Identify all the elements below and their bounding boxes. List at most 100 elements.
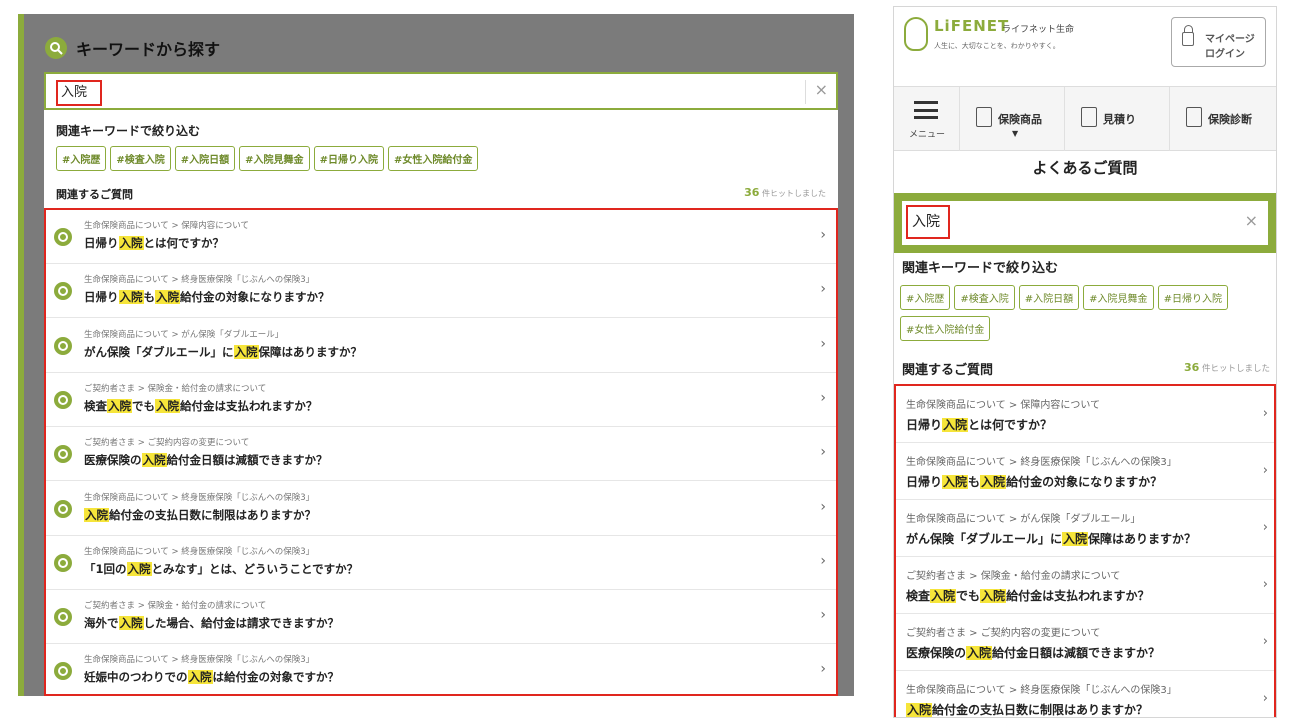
- question-icon: [54, 608, 72, 627]
- question-text: 日帰り: [906, 475, 943, 489]
- keyword-tag[interactable]: #日帰り入院: [1157, 285, 1228, 310]
- result-category: 生命保険商品について > 終身医療保険「じぶんへの保険3」: [84, 275, 315, 286]
- question-text: 給付金は支払われますか？: [1006, 589, 1150, 603]
- logo-icon: [904, 17, 928, 51]
- search-band: 入院 ×: [894, 193, 1276, 253]
- result-row[interactable]: ご契約者さま > 保険金・給付金の請求について 海外で入院した場合、給付金は請求で…: [46, 590, 836, 645]
- chevron-right-icon: ›: [820, 389, 826, 406]
- search-query[interactable]: 入院: [56, 80, 102, 106]
- keyword-highlight: 入院: [980, 475, 1007, 489]
- keyword-tags: #入院歴 #検査入院 #入院日額 #入院見舞金 #日帰り入院 #女性入院給付金: [56, 146, 479, 171]
- keyword-tag[interactable]: #入院歴: [56, 146, 107, 171]
- clear-icon[interactable]: ×: [815, 80, 828, 99]
- question-text: とみなす」とは、どういうことですか？: [151, 561, 359, 576]
- keyword-tag[interactable]: #入院日額: [174, 146, 236, 171]
- question-text: 給付金の支払日数に制限はありますか？: [932, 703, 1149, 717]
- result-category: 生命保険商品について > 終身医療保険「じぶんへの保険3」: [906, 457, 1177, 468]
- result-row[interactable]: 生命保険商品について > 保障内容について 日帰り入院とは何ですか？ ›: [46, 210, 836, 264]
- keywords-heading: 関連キーワードで絞り込む: [902, 261, 1059, 276]
- clear-icon[interactable]: ×: [1245, 211, 1258, 230]
- tagline: 人生に、大切なことを、わかりやすく。: [934, 42, 1060, 50]
- question-text: 日帰り: [906, 418, 943, 432]
- mobile-faq-panel: LiFENET ライフネット生命 人生に、大切なことを、わかりやすく。 マイペー…: [893, 6, 1277, 718]
- search-query[interactable]: 入院: [906, 205, 950, 239]
- result-category: 生命保険商品について > 終身医療保険「じぶんへの保険3」: [84, 492, 315, 503]
- chevron-right-icon: ›: [1262, 463, 1268, 478]
- question-text: も: [968, 475, 981, 489]
- search-input[interactable]: 入院 ×: [902, 201, 1268, 245]
- result-question: 入院給付金の支払日数に制限はありますか？: [84, 507, 316, 523]
- keyword-tag[interactable]: #入院日額: [1018, 285, 1080, 310]
- results-list: 生命保険商品について > 保障内容について 日帰り入院とは何ですか？ › 生命保険商品…: [894, 384, 1276, 717]
- document-icon: [976, 107, 992, 127]
- result-row[interactable]: ご契約者さま > ご契約内容の変更について 医療保険の入院給付金日額は減額できます…: [896, 614, 1274, 671]
- keyword-highlight: 入院: [1062, 532, 1089, 546]
- result-category: 生命保険商品について > 保障内容について: [906, 400, 1101, 411]
- hamburger-icon: [914, 101, 938, 119]
- result-question: 日帰り入院も入院給付金の対象になりますか？: [84, 289, 330, 305]
- result-question: 検査入院でも入院給付金は支払われますか？: [84, 398, 317, 414]
- search-icon: [45, 37, 67, 59]
- mypage-login-button[interactable]: マイページ ログイン: [1171, 17, 1266, 67]
- keyword-tag[interactable]: #女性入院給付金: [900, 316, 991, 341]
- search-dropdown: 関連キーワードで絞り込む #入院歴 #検査入院 #入院日額 #入院見舞金 #日帰…: [44, 110, 838, 696]
- checklist-icon: [1186, 107, 1202, 127]
- result-row[interactable]: 生命保険商品について > がん保険「ダブルエール」 がん保険「ダブルエール」に入院…: [46, 319, 836, 373]
- result-row[interactable]: 生命保険商品について > 終身医療保険「じぶんへの保険3」 妊娠中のつわりでの入院…: [46, 644, 836, 696]
- result-row[interactable]: ご契約者さま > 保険金・給付金の請求について 検査入院でも入院給付金は支払われま…: [896, 557, 1274, 614]
- result-question: 日帰り入院とは何ですか？: [84, 235, 224, 251]
- search-input[interactable]: 入院 ×: [44, 72, 838, 110]
- lock-icon: [1182, 25, 1194, 46]
- related-heading: 関連するご質問: [902, 363, 994, 378]
- keyword-tag[interactable]: #検査入院: [110, 146, 171, 171]
- result-row[interactable]: 生命保険商品について > 終身医療保険「じぶんへの保険3」 日帰り入院も入院給付金…: [896, 443, 1274, 500]
- chevron-right-icon: ›: [1262, 634, 1268, 649]
- keyword-highlight: 入院: [155, 290, 180, 305]
- result-row[interactable]: 生命保険商品について > 終身医療保険「じぶんへの保険3」入院給付金の支払日数に…: [46, 482, 836, 536]
- result-row[interactable]: ご契約者さま > 保険金・給付金の請求について 検査入院でも入院給付金は支払われま…: [46, 373, 836, 427]
- keyword-highlight: 入院: [233, 344, 259, 359]
- question-text: 日帰り: [84, 236, 119, 250]
- chevron-right-icon: ›: [820, 227, 826, 243]
- question-text: 給付金の対象になりますか？: [1006, 475, 1163, 489]
- result-row[interactable]: 生命保険商品について > 保障内容について 日帰り入院とは何ですか？ ›: [896, 386, 1274, 443]
- accent-edge: [18, 14, 24, 696]
- question-text: 給付金は支払われますか？: [180, 398, 318, 413]
- question-text: 日帰り: [84, 290, 119, 305]
- mypage-label: マイページ: [1205, 34, 1255, 45]
- question-text: 「1回の: [84, 561, 127, 576]
- hit-suffix: 件ヒットしました: [762, 189, 826, 198]
- chevron-right-icon: ›: [820, 498, 826, 515]
- nav-products[interactable]: 保険商品 ▼: [960, 87, 1065, 151]
- result-row[interactable]: 生命保険商品について > 終身医療保険「じぶんへの保険3」 入院給付金の支払日数に…: [896, 671, 1274, 717]
- keyword-tag[interactable]: #検査入院: [954, 285, 1015, 310]
- result-question: 日帰り入院も入院給付金の対象になりますか？: [906, 473, 1162, 490]
- keyword-tag[interactable]: #入院見舞金: [239, 146, 310, 171]
- result-category: ご契約者さま > 保険金・給付金の請求について: [84, 601, 267, 612]
- menu-button[interactable]: メニュー: [894, 87, 960, 151]
- chevron-right-icon: ›: [820, 281, 826, 298]
- logo-text[interactable]: LiFENET: [934, 17, 1009, 35]
- keyword-tag[interactable]: #女性入院給付金: [387, 146, 479, 171]
- question-icon: [54, 336, 72, 355]
- hit-suffix: 件ヒットしました: [1201, 364, 1270, 374]
- keyword-tag[interactable]: #入院歴: [900, 285, 951, 310]
- question-text: 検査: [906, 589, 931, 603]
- question-text: 保障はありますか？: [1088, 532, 1197, 546]
- question-text: でも: [956, 589, 981, 603]
- keyword-highlight: 入院: [155, 398, 180, 413]
- result-row[interactable]: ご契約者さま > ご契約内容の変更について 医療保険の入院給付金日額は減額できます…: [46, 427, 836, 482]
- keyword-tags: #入院歴 #検査入院 #入院日額 #入院見舞金 #日帰り入院 #女性入院給付金: [900, 285, 1270, 341]
- nav-estimate[interactable]: 見積り: [1065, 87, 1170, 151]
- result-question: 検査入院でも入院給付金は支払われますか？: [906, 587, 1149, 604]
- divider: [805, 80, 806, 104]
- result-row[interactable]: 生命保険商品について > 終身医療保険「じぶんへの保険3」 日帰り入院も入院給付金…: [46, 264, 836, 319]
- nav-diagnosis[interactable]: 保険診断: [1170, 87, 1276, 151]
- result-row[interactable]: 生命保険商品について > がん保険「ダブルエール」 がん保険「ダブルエール」に入院…: [896, 500, 1274, 557]
- question-text: 妊娠中のつわりでの: [84, 670, 188, 685]
- result-row[interactable]: 生命保険商品について > 終身医療保険「じぶんへの保険3」 「1回の入院とみなす」…: [46, 536, 836, 590]
- keyword-tag[interactable]: #日帰り入院: [313, 146, 384, 171]
- hit-count: 36 件ヒットしました: [1184, 361, 1270, 374]
- title-bar: キーワードから探す: [24, 14, 854, 74]
- keyword-tag[interactable]: #入院見舞金: [1083, 285, 1154, 310]
